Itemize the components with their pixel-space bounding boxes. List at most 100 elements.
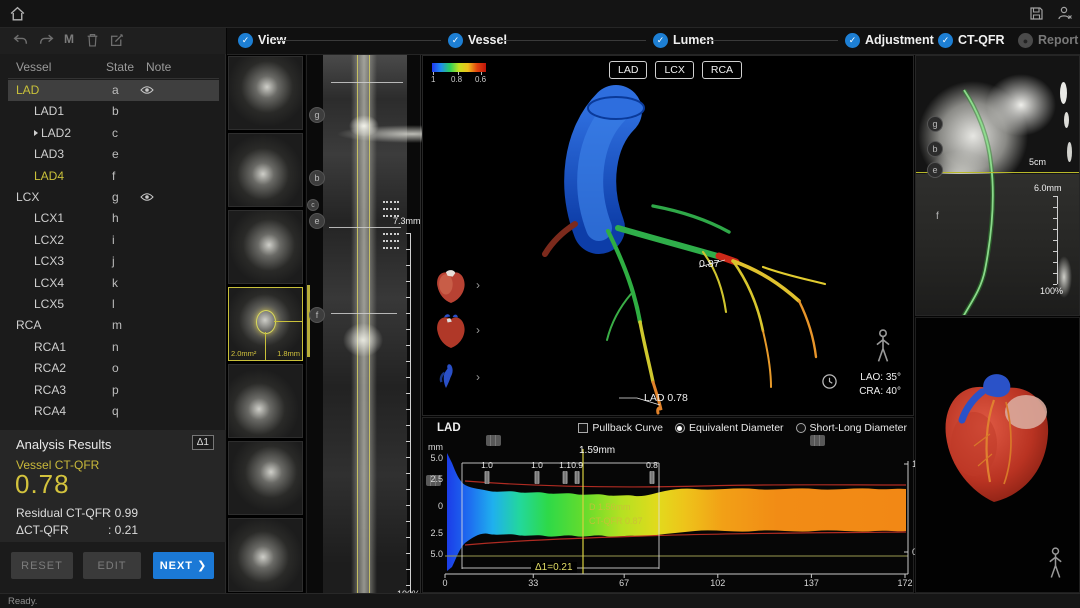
residual-ctqfr-row: Residual CT-QFR : 0.99 <box>16 506 216 520</box>
vessel-row-lcx1[interactable]: LCX1h <box>8 208 219 229</box>
cross-section-thumb-5[interactable] <box>228 364 303 438</box>
cpr-measure-line[interactable] <box>329 227 401 228</box>
delete-icon[interactable] <box>86 33 99 47</box>
vessel-row-lcx2[interactable]: LCX2 i <box>8 230 219 251</box>
vessel-visibility[interactable] <box>140 85 154 95</box>
col-note: Note <box>146 60 171 74</box>
cross-section-thumb-2[interactable] <box>228 133 303 207</box>
vessel-state: i <box>112 233 115 247</box>
straightened-cpr-view[interactable]: 7.3mm 100% gbcef <box>306 55 421 608</box>
marker-tool-button[interactable]: M <box>64 32 74 46</box>
control-equivalent-diameter[interactable]: Equivalent Diameter <box>675 422 784 434</box>
pullback-chart[interactable]: 1.01.01.10.90.8 <box>423 441 913 594</box>
cpr-marker-f[interactable]: f <box>309 307 325 323</box>
vessel-row-rca[interactable]: RCAm <box>8 315 219 336</box>
analysis-results-panel: Analysis Results Δ1 Vessel CT-QFR 0.78 R… <box>0 430 226 542</box>
cross-section-thumb-3[interactable] <box>228 210 303 284</box>
toggle-lad-button[interactable]: LAD <box>609 61 647 79</box>
next-button[interactable]: NEXT ❯ <box>153 552 214 579</box>
heart-preset-3[interactable]: › <box>434 358 480 398</box>
cpr-marker-g[interactable]: g <box>309 107 325 123</box>
vessel-row-rca4[interactable]: RCA4q <box>8 401 219 422</box>
cpr-marker-b[interactable]: b <box>309 170 325 186</box>
vessel-row-lad1[interactable]: LAD1b <box>8 101 219 122</box>
ruler-tick <box>406 425 410 426</box>
reset-button[interactable]: RESET <box>11 552 73 579</box>
heart-preset-2[interactable]: › <box>434 311 480 351</box>
vessel-name: LCX3 <box>34 254 64 268</box>
mpr-zoom-ruler[interactable] <box>1057 196 1058 284</box>
cpr-zoom-ruler[interactable] <box>410 233 411 601</box>
cpr-section-line[interactable] <box>331 313 397 314</box>
heart-preset-1[interactable]: › <box>434 266 480 306</box>
mpr-marker-e[interactable]: e <box>927 162 943 178</box>
svg-text:1.0: 1.0 <box>531 460 543 470</box>
vessel-row-rca2[interactable]: RCA2o <box>8 358 219 379</box>
home-icon[interactable] <box>9 6 26 22</box>
vessel-name: LCX <box>16 190 39 204</box>
vessel-state: c <box>112 126 118 140</box>
mpr-marker-b[interactable]: b <box>927 141 943 157</box>
ruler-tick <box>406 553 410 554</box>
svg-text:1.1: 1.1 <box>559 460 571 470</box>
vessel-row-lad4[interactable]: LAD4f <box>8 166 219 187</box>
workflow-step-adjustment[interactable]: Adjustment <box>865 33 934 47</box>
vessel-name: LCX2 <box>34 233 64 247</box>
mpr-marker-g[interactable]: g <box>927 116 943 132</box>
chevron-right-icon: › <box>476 278 480 292</box>
ruler-tick <box>406 377 410 378</box>
cpr-marker-c[interactable]: c <box>307 199 319 211</box>
vessel-visibility[interactable] <box>140 192 154 202</box>
checkbox-icon[interactable] <box>578 423 588 433</box>
ruler-tick <box>406 233 410 234</box>
coronary-3d-view[interactable]: 1 0.8 0.6 LADLCXRCA 0.87 LAD 0.78 LAO: 3… <box>422 55 914 416</box>
vessel-state: a <box>112 83 119 97</box>
user-logout-icon[interactable] <box>1057 6 1073 21</box>
vessel-row-lcx4[interactable]: LCX4k <box>8 273 219 294</box>
vessel-row-lad[interactable]: LAD a <box>8 80 219 101</box>
cross-section-thumb-4[interactable]: 2.0mm²1.8mm <box>228 287 303 361</box>
vessel-row-lad2[interactable]: LAD2c <box>8 123 219 144</box>
svg-text:1.0: 1.0 <box>481 460 493 470</box>
edit-note-icon[interactable] <box>110 33 124 47</box>
vessel-name: LAD <box>16 83 39 97</box>
vessel-row-lcx[interactable]: LCXg <box>8 187 219 208</box>
edit-button[interactable]: EDIT <box>83 552 141 579</box>
control-short-long-diameter[interactable]: Short-Long Diameter <box>796 422 907 434</box>
cpr-dash-marks <box>383 215 399 217</box>
radio-icon[interactable] <box>675 423 685 433</box>
workflow-step-report[interactable]: Report <box>1038 33 1078 47</box>
radio-icon[interactable] <box>796 423 806 433</box>
vessel-name: RCA <box>16 318 41 332</box>
x-tick-label: 102 <box>705 578 731 588</box>
rotation-timer-icon[interactable] <box>821 373 838 390</box>
area-label: 2.0mm² <box>231 349 256 358</box>
delta-badge: Δ1 <box>192 435 214 450</box>
cross-section-thumb-1[interactable] <box>228 56 303 130</box>
curved-mpr-view[interactable]: 5cm 6.0mm 100% gbe f <box>915 55 1080 316</box>
cross-section-thumb-7[interactable] <box>228 518 303 592</box>
mpr-measurement-label: 6.0mm <box>1034 183 1062 193</box>
mpr-scale-label: 5cm <box>1029 157 1046 167</box>
vessel-row-lad3[interactable]: LAD3e <box>8 144 219 165</box>
workflow-step-ctqfr[interactable]: CT-QFR <box>958 33 1005 47</box>
cpr-section-line <box>331 82 403 83</box>
redo-icon[interactable] <box>39 33 54 47</box>
heart-3d-view[interactable] <box>915 317 1080 593</box>
undo-icon[interactable] <box>13 33 28 47</box>
vessel-row-rca1[interactable]: RCA1n <box>8 337 219 358</box>
toggle-rca-button[interactable]: RCA <box>702 61 742 79</box>
expand-marker-icon <box>34 130 38 136</box>
vessel-row-rca3[interactable]: RCA3p <box>8 380 219 401</box>
workflow-steps: ✓View✓Vessel✓Lumen✓Adjustment✓CT-QFR●Rep… <box>227 28 1080 55</box>
cross-section-thumb-6[interactable] <box>228 441 303 515</box>
vessel-row-lcx3[interactable]: LCX3j <box>8 251 219 272</box>
save-icon[interactable] <box>1029 6 1044 21</box>
cpr-marker-e[interactable]: e <box>309 213 325 229</box>
cpr-scroll-marker[interactable] <box>307 285 310 357</box>
toggle-lcx-button[interactable]: LCX <box>655 61 693 79</box>
vessel-row-lcx5[interactable]: LCX5l <box>8 294 219 315</box>
control-pullback-curve[interactable]: Pullback Curve <box>578 422 663 434</box>
ruler-tick <box>406 361 410 362</box>
chart-vessel-label: LAD <box>437 422 461 434</box>
